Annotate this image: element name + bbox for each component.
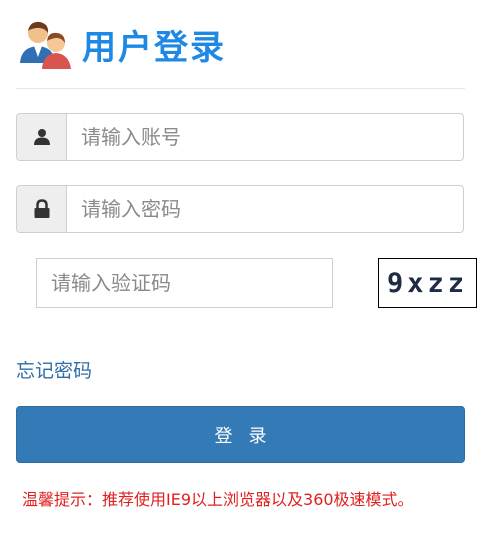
user-icon [17, 114, 67, 160]
page-title: 用户登录 [82, 27, 226, 68]
header-divider [16, 88, 465, 89]
password-group [16, 185, 464, 233]
captcha-input[interactable] [36, 258, 333, 308]
forgot-password-link[interactable]: 忘记密码 [16, 356, 92, 383]
header: 用户登录 [18, 14, 226, 74]
password-input[interactable] [67, 186, 463, 232]
lock-icon [17, 186, 67, 232]
login-page: 用户登录 9xzz 忘记密码 登录 温馨提示：推荐使用IE9以上浏览器以及360… [0, 0, 483, 533]
tip-text: 温馨提示：推荐使用IE9以上浏览器以及360极速模式。 [22, 490, 414, 509]
users-icon [20, 21, 71, 69]
login-button[interactable]: 登录 [16, 406, 465, 463]
captcha-image[interactable]: 9xzz [378, 258, 477, 308]
username-group [16, 113, 464, 161]
captcha-text: 9xzz [386, 267, 469, 299]
username-input[interactable] [67, 114, 463, 160]
